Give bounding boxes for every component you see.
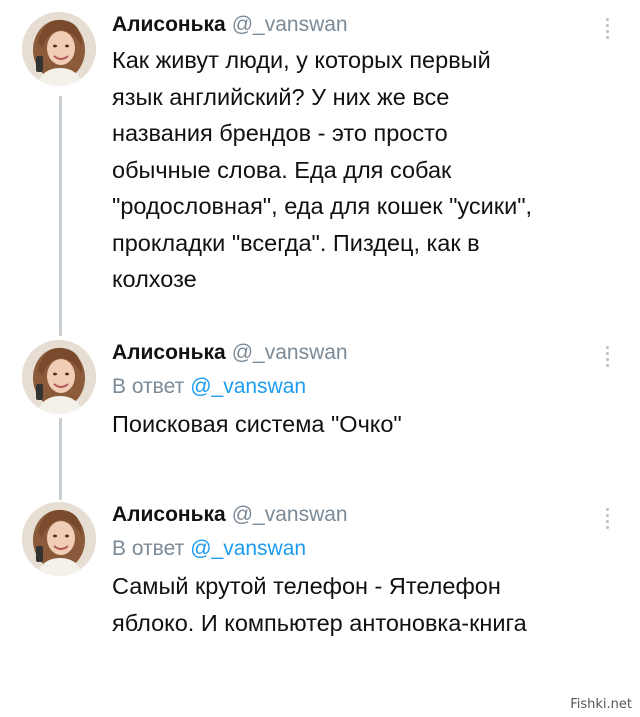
author-handle[interactable]: @_vanswan: [232, 13, 348, 36]
reply-to-line: В ответ @_vanswan: [112, 536, 610, 562]
vertical-dots-icon[interactable]: [604, 346, 610, 367]
avatar-image: [22, 340, 96, 414]
tweet-text-line: обычные слова. Еда для собак: [112, 156, 452, 183]
tweet-header: Алисонька @_vanswan: [112, 12, 610, 38]
reply-to-prefix: В ответ: [112, 375, 185, 398]
reply-to-handle[interactable]: @_vanswan: [190, 375, 306, 398]
reply-to-prefix: В ответ: [112, 537, 185, 560]
vertical-dots-icon[interactable]: [604, 508, 610, 529]
vertical-dots-icon[interactable]: [604, 18, 610, 39]
avatar[interactable]: [22, 340, 96, 414]
avatar-image: [22, 502, 96, 576]
tweet[interactable]: Алисонька @_vanswan В ответ @_vanswan Самы…: [0, 502, 640, 662]
watermark: Fishki.net: [570, 697, 632, 712]
author-name[interactable]: Алисонька: [112, 503, 226, 526]
tweet-text-line: Поисковая система "Очко": [112, 411, 402, 437]
tweet-text-line: названия брендов - это просто: [112, 120, 448, 146]
reply-to-handle[interactable]: @_vanswan: [190, 537, 306, 560]
tweet-text: Как живут люди, у которых первый язык ан…: [112, 42, 610, 298]
author-handle[interactable]: @_vanswan: [232, 503, 348, 526]
avatar[interactable]: [22, 12, 96, 86]
author-name[interactable]: Алисонька: [112, 341, 226, 364]
tweet-text-line: Самый крутой телефон - Ятелефон: [112, 573, 501, 599]
tweet-text-line: колхозе: [112, 266, 197, 292]
author-name[interactable]: Алисонька: [112, 13, 226, 36]
tweet-text-line: язык английский? У них же все: [112, 83, 450, 110]
tweet-text-line: Как живут люди, у которых первый: [112, 47, 491, 73]
tweet-header: Алисонька @_vanswan: [112, 502, 610, 528]
reply-to-line: В ответ @_vanswan: [112, 374, 610, 400]
tweet-text-line: яблоко. И компьютер антоновка-книга: [112, 609, 527, 636]
author-handle[interactable]: @_vanswan: [232, 341, 348, 364]
avatar-image: [22, 12, 96, 86]
tweet-header: Алисонька @_vanswan: [112, 340, 610, 366]
tweet-text-line: "родословная", еда для кошек "усики",: [112, 193, 533, 219]
tweet-text-line: прокладки "всегда". Пиздец, как в: [112, 229, 480, 256]
avatar[interactable]: [22, 502, 96, 576]
tweet-text: Самый крутой телефон - Ятелефон яблоко. …: [112, 568, 610, 641]
tweet[interactable]: Алисонька @_vanswan Как живут люди, у кот…: [0, 12, 640, 312]
tweet[interactable]: Алисонька @_vanswan В ответ @_vanswan Поис…: [0, 340, 640, 460]
tweet-text: Поисковая система "Очко": [112, 406, 610, 443]
